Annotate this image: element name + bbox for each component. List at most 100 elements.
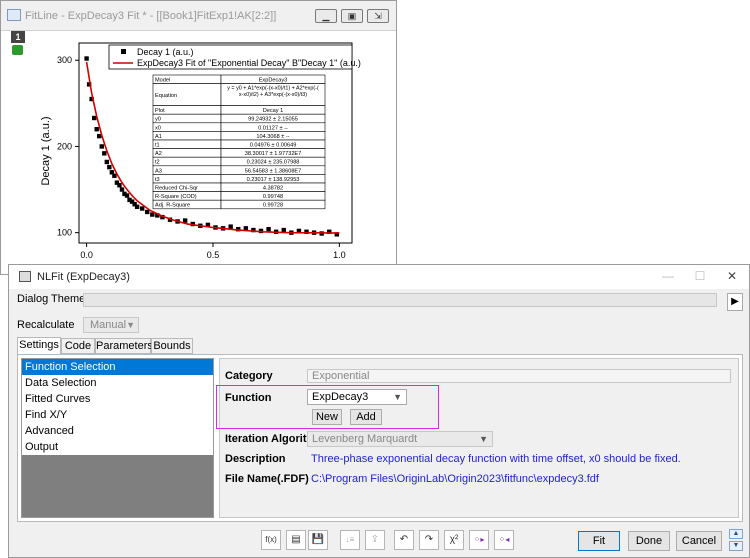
initialize-icon[interactable]: ⇪ (365, 530, 385, 550)
recalculate-select[interactable]: Manual ▼ (83, 317, 139, 333)
iteration-algorithm-select[interactable]: Levenberg Marquardt ▼ (307, 431, 493, 447)
scatter-point (94, 127, 99, 132)
function-label: Function (225, 392, 272, 404)
description-label: Description (225, 453, 286, 465)
scatter-point (134, 204, 140, 209)
scatter-point (266, 227, 271, 232)
tab-settings[interactable]: Settings (17, 337, 61, 355)
y-tick-label: 100 (57, 228, 72, 238)
dialog-theme-label: Dialog Theme (17, 293, 86, 305)
table-row-label: A1 (155, 134, 162, 140)
minimize-icon[interactable]: — (659, 268, 677, 284)
tree-item-advanced[interactable]: Advanced (22, 423, 213, 439)
tree-item-data-selection[interactable]: Data Selection (22, 375, 213, 391)
table-plot-value: Decay 1 (263, 108, 284, 114)
maximize-icon[interactable]: ☐ (691, 268, 709, 284)
tree-item-function-selection[interactable]: Function Selection (22, 359, 213, 375)
expand-down-icon[interactable]: ▼ (729, 541, 743, 551)
table-row-label-cell (152, 148, 222, 158)
add-function-button[interactable]: Add (350, 409, 382, 425)
chi-square-icon[interactable]: χ² (444, 530, 464, 550)
scatter-point (112, 173, 117, 178)
table-equation-value-line: x-x0)/t2) + A3*exp(-(x-x0)/t3) (239, 92, 307, 98)
category-label: Category (225, 370, 273, 382)
table-row-label: Adj. R-Square (155, 203, 190, 209)
chevron-down-icon: ▼ (126, 320, 135, 330)
legend-scatter-symbol (121, 49, 126, 54)
settings-tree: Function Selection Data Selection Fitted… (21, 358, 214, 518)
tree-item-output[interactable]: Output (22, 439, 213, 455)
table-row-label: A3 (155, 168, 162, 174)
tree-item-find-xy[interactable]: Find X/Y (22, 407, 213, 423)
table-row-label: Reduced Chi-Sqr (155, 186, 198, 192)
category-field[interactable]: Exponential (307, 369, 731, 383)
table-equation-label: Equation (155, 93, 177, 99)
table-row-label: t1 (155, 143, 160, 149)
dialog-icon (19, 271, 31, 282)
recalculate-label: Recalculate (17, 319, 75, 331)
dialog-theme-field[interactable] (83, 293, 717, 307)
fit-until-converged-icon[interactable]: ↷ (419, 530, 439, 550)
table-row-label: R-Square (COD) (155, 194, 197, 200)
table-row-value: 38.30017 ± 1.97732E7 (245, 151, 302, 157)
save-icon[interactable]: 💾 (308, 530, 328, 550)
scatter-point (107, 164, 112, 170)
table-row-value: 0.23017 ± 138.92953 (247, 177, 300, 183)
scatter-point (99, 144, 104, 149)
collapse-up-icon[interactable]: ▲ (729, 529, 743, 539)
theme-arrow-button[interactable]: ▶ (727, 293, 743, 311)
dialog-title: NLFit (ExpDecay3) (37, 271, 130, 283)
tab-parameters[interactable]: Parameters (95, 338, 153, 354)
table-row-label: y0 (155, 117, 161, 123)
table-row-value: 0.99748 (263, 194, 283, 200)
function-builder-icon[interactable]: f(x) (261, 530, 281, 550)
table-row-value: 0.01127 ± -- (258, 125, 288, 131)
function-select[interactable]: ExpDecay3 ▼ (307, 389, 407, 405)
table-row-value: 0.23024 ± 235.07988 (247, 160, 300, 166)
graph-window: FitLine - ExpDecay3 Fit * - [[Book1]FitE… (0, 0, 397, 275)
table-row-value: 99.24932 ± 2.15055 (248, 117, 298, 123)
table-row-label-cell (152, 122, 222, 132)
table-row-label-cell (152, 174, 222, 184)
sort-icon[interactable]: ↓≡ (340, 530, 360, 550)
scatter-point (228, 224, 233, 229)
results-table[interactable]: Model ExpDecay3 Equation y = y0 + A1*exp(-(… (152, 74, 326, 210)
function-value: ExpDecay3 (312, 391, 369, 403)
dialog-title-bar[interactable]: NLFit (ExpDecay3) — ☐ ✕ (9, 265, 749, 289)
table-row-label-cell (152, 165, 222, 175)
table-equation-value-line: y = y0 + A1*exp(-(x-x0)/t1) + A2*exp(-( (227, 86, 319, 92)
table-row-label-cell (152, 139, 222, 149)
new-function-button[interactable]: New (312, 409, 342, 425)
legend-fit-label: ExpDecay3 Fit of "Exponential Decay" B"D… (137, 58, 361, 68)
recalculate-value: Manual (90, 319, 127, 331)
tab-code[interactable]: Code (61, 338, 95, 354)
find-points-icon[interactable]: ⁘◂ (494, 530, 514, 550)
close-icon[interactable]: ✕ (723, 268, 741, 284)
scatter-point (84, 56, 89, 61)
table-row-label: A2 (155, 151, 162, 157)
table-row-label-cell (152, 113, 222, 124)
chevron-down-icon: ▼ (479, 434, 488, 444)
scatter-point (124, 193, 130, 198)
table-row-label: t2 (155, 160, 160, 166)
scatter-point (281, 227, 286, 233)
done-button[interactable]: Done (628, 531, 670, 551)
tree-item-fitted-curves[interactable]: Fitted Curves (22, 391, 213, 407)
one-iteration-icon[interactable]: ↶ (394, 530, 414, 550)
fit-button[interactable]: Fit (578, 531, 620, 551)
file-name-link[interactable]: C:\Program Files\OriginLab\Origin2023\fi… (311, 473, 599, 485)
iteration-algorithm-value: Levenberg Marquardt (312, 433, 418, 445)
find-peaks-icon[interactable]: ⁘▸ (469, 530, 489, 550)
table-row-label: x0 (155, 125, 161, 131)
tab-bounds[interactable]: Bounds (151, 338, 193, 354)
table-row-value: 56.54583 ± 1.38608E7 (245, 168, 302, 174)
table-row-label-cell (152, 156, 222, 167)
scatter-point (139, 206, 145, 211)
legend-scatter-label: Decay 1 (a.u.) (137, 47, 194, 57)
table-header-value: ExpDecay3 (259, 78, 288, 84)
x-tick-label: 0.0 (80, 250, 93, 260)
x-tick-label: 1.0 (333, 250, 346, 260)
table-row-label: t3 (155, 177, 160, 183)
function-organizer-icon[interactable]: ▤ (286, 530, 306, 550)
cancel-button[interactable]: Cancel (676, 531, 722, 551)
